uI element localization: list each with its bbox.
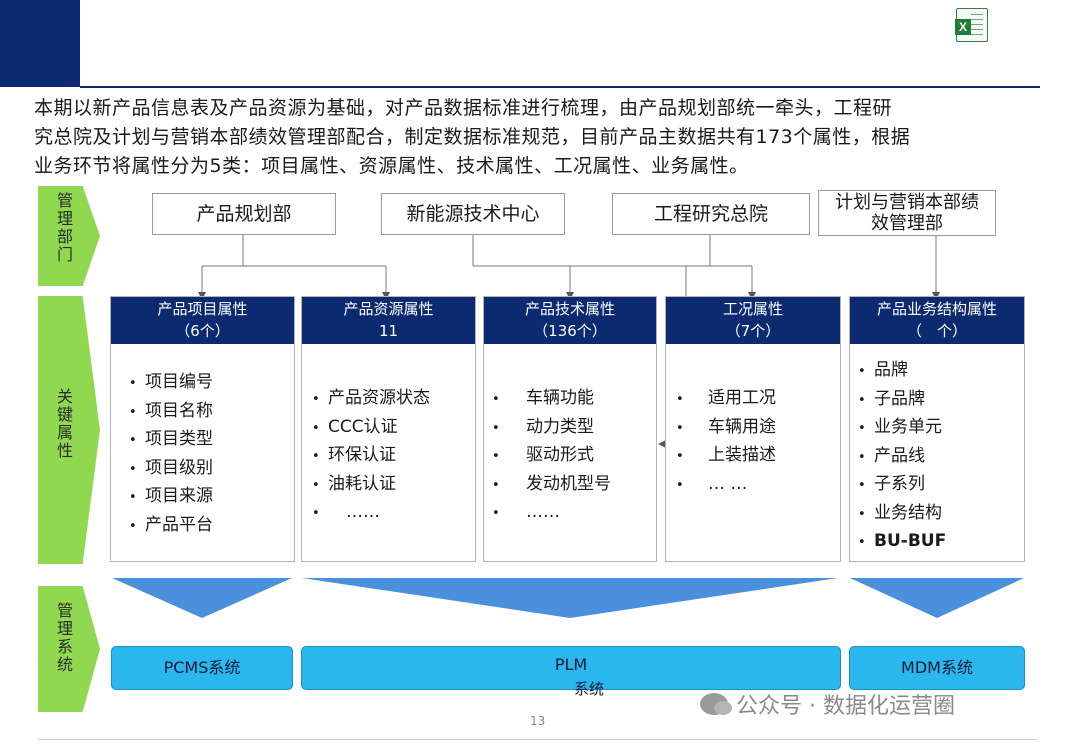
system-pcms: PCMS系统	[111, 646, 293, 690]
card-header: 工况属性 （7个）	[666, 297, 840, 344]
list-item: • 上装描述	[676, 445, 776, 465]
system-label: MDM系统	[901, 658, 973, 677]
dept-label: 产品规划部	[196, 203, 292, 225]
card-resource-attributes: 产品资源属性 11 • 产品资源状态 • CCC认证 • 环保认证 • 油耗认证 •……	[301, 296, 476, 562]
card-project-attributes: 产品项目属性 （6个） • 项目编号 • 项目名称 • 项目类型 • 项目级别 • 项目来…	[110, 296, 295, 562]
card-title: 产品资源属性	[343, 300, 434, 318]
list-item: • 项目编号	[129, 372, 213, 392]
page-number: 13	[530, 714, 546, 728]
card-title: 工况属性	[722, 300, 783, 318]
card-title: 产品项目属性	[157, 300, 248, 318]
card-working-condition-attributes: 工况属性 （7个） • 适用工况 • 车辆用途 • 上装描述 •… …	[665, 296, 841, 562]
list-item: • 业务结构	[858, 502, 942, 523]
attribute-list: • 项目编号 • 项目名称 • 项目类型 • 项目级别 • 项目来源 • 产品平台	[129, 369, 213, 540]
list-item: • 适用工况	[676, 388, 776, 408]
list-item: • 项目级别	[129, 457, 213, 478]
card-count: （ 个）	[906, 322, 967, 340]
dept-label: 工程研究总院	[653, 203, 768, 225]
list-item: • 产品资源状态	[312, 388, 430, 408]
system-mdm: MDM系统	[849, 646, 1025, 690]
card-count: （136个）	[533, 322, 607, 340]
list-item: • 项目名称	[129, 400, 213, 421]
card-count: 11	[378, 322, 399, 340]
card-technical-attributes: 产品技术属性 （136个） • 车辆功能 • 动力类型 • 驱动形式 • 发动机型号 •…	[483, 296, 657, 562]
list-item: •……	[492, 502, 560, 522]
watermark: 公众号 · 数据化运营圈	[700, 688, 955, 720]
row-label-text: 管理系统	[54, 602, 73, 674]
attribute-list: • 品牌 • 子品牌 • 业务单元 • 产品线 • 子系列 • 业务结构 • BU-BUF	[858, 357, 946, 557]
card-header: 产品业务结构属性 （ 个）	[850, 297, 1024, 344]
list-item: • 动力类型	[492, 416, 594, 437]
card-business-structure-attributes: 产品业务结构属性 （ 个） • 品牌 • 子品牌 • 业务单元 • 产品线 • 子系列 •…	[849, 296, 1025, 562]
list-item: • 油耗认证	[312, 473, 396, 494]
funnel-plm	[302, 578, 838, 618]
list-item: • BU-BUF	[858, 531, 947, 551]
bottom-rule	[38, 739, 1038, 740]
list-item: • CCC认证	[312, 416, 398, 437]
list-item: • 项目类型	[129, 429, 213, 449]
watermark-text: 公众号 · 数据化运营圈	[736, 694, 955, 719]
card-count: （7个）	[725, 322, 781, 340]
card-header: 产品技术属性 （136个）	[484, 297, 656, 344]
dept-marketing-performance: 计划与营销本部绩效管理部	[818, 190, 996, 236]
dept-engineering: 工程研究总院	[612, 193, 810, 235]
wechat-icon	[700, 693, 732, 715]
list-item: • 驱动形式	[492, 445, 594, 465]
list-item: • 车辆用途	[676, 416, 776, 437]
dept-label: 新能源技术中心	[406, 203, 540, 225]
dept-new-energy: 新能源技术中心	[381, 193, 565, 235]
list-item: • 项目来源	[129, 486, 213, 506]
list-item: • 产品平台	[129, 514, 213, 535]
list-item: • 产品线	[858, 445, 925, 466]
card-count: （6个）	[175, 322, 230, 340]
attribute-list: • 产品资源状态 • CCC认证 • 环保认证 • 油耗认证 •……	[312, 385, 430, 528]
system-label: PCMS系统	[163, 658, 241, 677]
list-item: • 发动机型号	[492, 473, 611, 494]
dept-product-planning: 产品规划部	[152, 193, 336, 235]
list-item: • 业务单元	[858, 417, 942, 437]
row-label-text: 关键属性	[54, 388, 73, 460]
card-title: 产品技术属性	[524, 300, 615, 318]
card-header: 产品资源属性 11	[302, 297, 475, 344]
funnel-mdm	[850, 578, 1024, 618]
attribute-list: • 适用工况 • 车辆用途 • 上装描述 •… …	[676, 385, 776, 499]
list-item: •……	[312, 502, 380, 522]
list-item: • 子系列	[858, 474, 925, 494]
row-label-text: 管理部门	[54, 192, 73, 264]
list-item: • 品牌	[858, 360, 908, 380]
system-plm: PLM 系统	[301, 646, 841, 698]
card-title: 产品业务结构属性	[876, 300, 997, 318]
system-label: PLM	[554, 655, 588, 674]
list-item: • 子品牌	[858, 388, 925, 409]
dept-label: 计划与营销本部绩效管理部	[835, 192, 979, 234]
attribute-list: • 车辆功能 • 动力类型 • 驱动形式 • 发动机型号 •……	[492, 385, 611, 528]
list-item: • 车辆功能	[492, 388, 594, 408]
funnel-pcms	[112, 578, 292, 618]
list-item: • 环保认证	[312, 445, 396, 465]
list-item: •… …	[676, 473, 748, 494]
card-header: 产品项目属性 （6个）	[111, 297, 294, 344]
system-label-suffix: 系统	[574, 680, 605, 698]
